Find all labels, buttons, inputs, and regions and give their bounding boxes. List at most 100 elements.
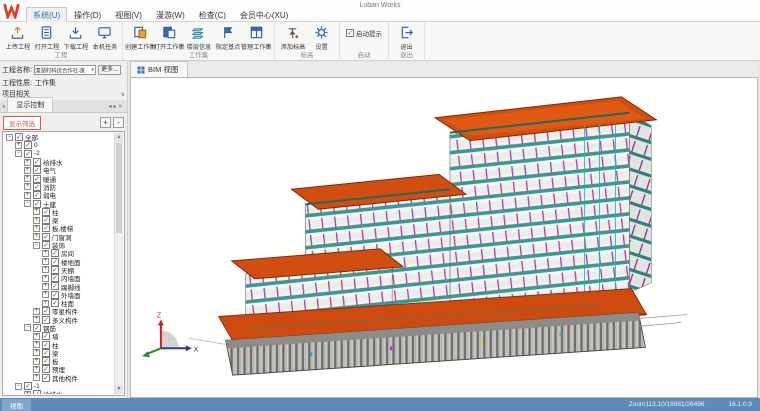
- tree-checkbox[interactable]: ✓: [33, 158, 41, 166]
- tree-expander-icon[interactable]: +: [24, 167, 31, 174]
- tree-expander-icon[interactable]: +: [42, 283, 49, 290]
- tree-checkbox[interactable]: ✓: [51, 274, 59, 282]
- tree-expander-icon[interactable]: −: [15, 150, 22, 157]
- tree-item[interactable]: +✓暖通: [4, 174, 114, 182]
- tree-expander-icon[interactable]: +: [33, 225, 40, 232]
- scroll-down-icon[interactable]: ▼: [115, 385, 123, 394]
- tree-expander-icon[interactable]: +: [33, 366, 40, 373]
- tree-expander-icon[interactable]: −: [15, 383, 22, 390]
- tree-checkbox[interactable]: ✓: [42, 307, 50, 315]
- tree-item[interactable]: +✓梁: [4, 349, 114, 357]
- tree-checkbox[interactable]: ✓: [51, 282, 59, 290]
- collapse-all-button[interactable]: -: [113, 117, 124, 128]
- tree-checkbox[interactable]: ✓: [42, 332, 50, 340]
- tree-expander-icon[interactable]: +: [33, 374, 40, 381]
- menu-member-center[interactable]: 会员中心(XU): [233, 7, 295, 22]
- tree-item[interactable]: +✓多义构件: [4, 316, 114, 324]
- display-filter-button[interactable]: 显示筛选: [3, 116, 41, 130]
- tree-expander-icon[interactable]: +: [33, 333, 40, 340]
- tree-item[interactable]: +✓弱电: [4, 191, 114, 199]
- tree-checkbox[interactable]: ✓: [42, 374, 50, 382]
- tree-item[interactable]: +✓柱: [4, 340, 114, 348]
- tree-checkbox[interactable]: ✓: [33, 166, 41, 174]
- tree-expander-icon[interactable]: +: [24, 391, 31, 394]
- tree-item[interactable]: +✓内墙面: [4, 274, 114, 282]
- floor-info-button[interactable]: 楼层信息: [184, 24, 213, 51]
- add-elevation-button[interactable]: 添加标高: [278, 24, 307, 51]
- tree-expander-icon[interactable]: +: [33, 316, 40, 323]
- open-workset-button[interactable]: 打开工作集: [155, 24, 184, 51]
- tree-checkbox[interactable]: ✓: [33, 191, 41, 199]
- tree-checkbox[interactable]: ✓: [42, 224, 50, 232]
- menu-operate[interactable]: 操作(D): [67, 7, 108, 22]
- tree-expander-icon[interactable]: +: [42, 250, 49, 257]
- tree-checkbox[interactable]: ✓: [51, 258, 59, 266]
- collapse-chevron-icon[interactable]: ∨: [121, 91, 125, 98]
- tree-expander-icon[interactable]: +: [33, 358, 40, 365]
- tree-checkbox[interactable]: ✓: [51, 249, 59, 257]
- base-point-button[interactable]: 指定基点: [213, 24, 242, 51]
- tree-expander-icon[interactable]: +: [33, 217, 40, 224]
- tree-checkbox[interactable]: ✓: [42, 365, 50, 373]
- tree-checkbox[interactable]: ✓: [24, 150, 32, 158]
- tree-checkbox[interactable]: ✓: [33, 200, 41, 208]
- menu-view[interactable]: 视图(V): [108, 7, 149, 22]
- menu-roam[interactable]: 漫游(W): [149, 7, 192, 22]
- tree-checkbox[interactable]: ✓: [51, 291, 59, 299]
- tree-checkbox[interactable]: ✓: [33, 183, 41, 191]
- scrollbar-thumb[interactable]: [116, 143, 122, 233]
- tree-item[interactable]: −✓装饰: [4, 241, 114, 249]
- tree-item[interactable]: −✓土建: [4, 199, 114, 207]
- tree-expander-icon[interactable]: +: [42, 258, 49, 265]
- more-button[interactable]: 更多...: [98, 65, 121, 75]
- startup-tip-checkbox[interactable]: ✓ 启动提示: [343, 28, 385, 38]
- tree-checkbox[interactable]: ✓: [33, 175, 41, 183]
- tree-checkbox[interactable]: ✓: [42, 357, 50, 365]
- tree-item[interactable]: +✓给排水: [4, 158, 114, 166]
- tab-strip-controls[interactable]: ◂▸×: [108, 103, 127, 112]
- tree-expander-icon[interactable]: +: [33, 341, 40, 348]
- tab-scroll-left-icon[interactable]: «: [0, 104, 7, 112]
- tab-bim-view[interactable]: BIM 视图: [130, 61, 188, 77]
- tree-expander-icon[interactable]: −: [33, 242, 40, 249]
- model-canvas[interactable]: Z X: [130, 77, 758, 398]
- tree-expander-icon[interactable]: +: [42, 266, 49, 273]
- tree-expander-icon[interactable]: +: [24, 175, 31, 182]
- tab-display-control[interactable]: 显示控制: [7, 97, 53, 112]
- tree-checkbox[interactable]: ✓: [33, 324, 41, 332]
- tree-expander-icon[interactable]: +: [42, 291, 49, 298]
- tree-item[interactable]: +✓电气: [4, 166, 114, 174]
- tree-expander-icon[interactable]: +: [24, 159, 31, 166]
- tree-checkbox[interactable]: ✓: [15, 133, 23, 141]
- tree-expander-icon[interactable]: −: [6, 134, 13, 141]
- tree-item[interactable]: +✓消防: [4, 183, 114, 191]
- download-project-button[interactable]: 下载工程: [61, 24, 90, 51]
- tree-checkbox[interactable]: ✓: [24, 141, 32, 149]
- tree-item[interactable]: −✓钢筋: [4, 324, 114, 332]
- tree-item[interactable]: −✓全部: [4, 133, 114, 141]
- tree-expander-icon[interactable]: +: [24, 192, 31, 199]
- tree-checkbox[interactable]: ✓: [24, 382, 32, 390]
- tree-expander-icon[interactable]: −: [24, 200, 31, 207]
- tree-item[interactable]: +✓外墙面: [4, 291, 114, 299]
- create-workset-button[interactable]: 创建工作集: [126, 24, 155, 51]
- tree-checkbox[interactable]: ✓: [51, 266, 59, 274]
- tree-checkbox[interactable]: ✓: [42, 233, 50, 241]
- project-name-select[interactable]: 潼湖村科技合作社-施工模型 ▾: [34, 65, 96, 75]
- upload-project-button[interactable]: 上传工程: [3, 24, 32, 51]
- tree-expander-icon[interactable]: +: [42, 300, 49, 307]
- tree-checkbox[interactable]: ✓: [42, 241, 50, 249]
- settings-button[interactable]: 设置: [307, 24, 336, 51]
- tree-checkbox[interactable]: ✓: [42, 216, 50, 224]
- tree-expander-icon[interactable]: −: [24, 324, 31, 331]
- manage-workset-button[interactable]: 管理工作集: [242, 24, 271, 51]
- open-project-button[interactable]: 打开工程: [32, 24, 61, 51]
- menu-check[interactable]: 检查(C): [192, 7, 233, 22]
- local-tasks-button[interactable]: 本机任务: [90, 24, 119, 51]
- tree-checkbox[interactable]: ✓: [42, 341, 50, 349]
- exit-button[interactable]: 退出: [392, 24, 421, 51]
- tree-item[interactable]: +✓柱: [4, 208, 114, 216]
- tree-expander-icon[interactable]: +: [33, 349, 40, 356]
- tree-item[interactable]: +✓房间: [4, 249, 114, 257]
- tree-expander-icon[interactable]: +: [33, 233, 40, 240]
